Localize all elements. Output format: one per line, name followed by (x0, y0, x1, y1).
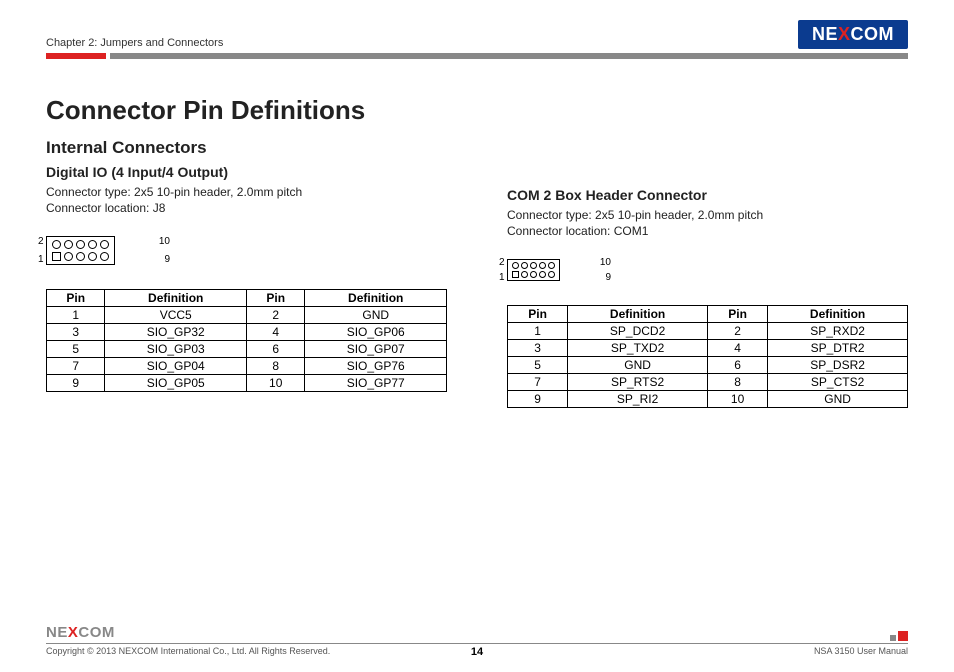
table-row: 9SIO_GP0510SIO_GP77 (47, 375, 447, 392)
left-pin-table: Pin Definition Pin Definition 1VCC52GND … (46, 289, 447, 392)
table-row: 9SP_RI210GND (508, 391, 908, 408)
pin-label-bl: 1 (499, 272, 505, 283)
pin-label-br: 9 (605, 272, 611, 283)
pin-label-tr: 10 (600, 257, 611, 268)
pin-label-tr: 10 (159, 236, 170, 247)
pin-icon (521, 271, 528, 278)
header-rule (46, 53, 908, 59)
right-meta: Connector type: 2x5 10-pin header, 2.0mm… (507, 207, 908, 239)
logo-pre: NE (812, 24, 838, 44)
pin-label-br: 9 (164, 254, 170, 265)
th-def: Definition (568, 306, 708, 323)
pin-icon (521, 262, 528, 269)
th-def: Definition (305, 290, 447, 307)
pin-icon (52, 240, 61, 249)
content-columns: Digital IO (4 Input/4 Output) Connector … (46, 164, 908, 408)
pin-row-bottom (512, 271, 555, 278)
chapter-label: Chapter 2: Jumpers and Connectors (46, 37, 223, 49)
right-conn-type: Connector type: 2x5 10-pin header, 2.0mm… (507, 207, 908, 223)
table-row: 5GND6SP_DSR2 (508, 357, 908, 374)
footer-logo-x: X (68, 624, 79, 641)
copyright-text: Copyright © 2013 NEXCOM International Co… (46, 646, 330, 656)
table-row: 3SP_TXD24SP_DTR2 (508, 340, 908, 357)
pin-icon (100, 252, 109, 261)
square-icon (898, 631, 908, 641)
left-column: Digital IO (4 Input/4 Output) Connector … (46, 164, 447, 408)
table-row: 7SP_RTS28SP_CTS2 (508, 374, 908, 391)
table-row: 1VCC52GND (47, 307, 447, 324)
right-column: COM 2 Box Header Connector Connector typ… (507, 164, 908, 408)
pin-label-tl: 2 (499, 257, 505, 268)
pin-icon (512, 262, 519, 269)
table-row: 3SIO_GP324SIO_GP06 (47, 324, 447, 341)
pin1-icon (52, 252, 61, 261)
pin-icon (64, 240, 73, 249)
th-pin: Pin (246, 290, 304, 307)
section-subtitle: Internal Connectors (46, 138, 908, 158)
left-conn-location: Connector location: J8 (46, 200, 447, 216)
table-row: 7SIO_GP048SIO_GP76 (47, 358, 447, 375)
manual-name: NSA 3150 User Manual (814, 646, 908, 656)
th-pin: Pin (708, 306, 768, 323)
right-connector-diagram: 2 10 1 9 (507, 259, 597, 281)
logo-post: COM (851, 24, 895, 44)
pin-label-bl: 1 (38, 254, 44, 265)
left-conn-type: Connector type: 2x5 10-pin header, 2.0mm… (46, 184, 447, 200)
pin-label-tl: 2 (38, 236, 44, 247)
pin-icon (530, 262, 537, 269)
page-number: 14 (471, 646, 483, 658)
header-rule-gray (110, 53, 908, 59)
pin-icon (76, 240, 85, 249)
logo-x: X (838, 24, 851, 44)
pin-icon (76, 252, 85, 261)
connector-body (46, 236, 115, 265)
th-pin: Pin (47, 290, 105, 307)
footer-squares-icon (890, 631, 908, 641)
th-def: Definition (768, 306, 908, 323)
brand-logo: NEXCOM (798, 20, 908, 49)
left-connector-diagram: 2 10 1 9 (46, 236, 156, 265)
footer-logo-pre: NE (46, 624, 68, 641)
page-header: Chapter 2: Jumpers and Connectors NEXCOM (46, 20, 908, 49)
table-row: 5SIO_GP036SIO_GP07 (47, 341, 447, 358)
table-header-row: Pin Definition Pin Definition (508, 306, 908, 323)
left-tbody: 1VCC52GND 3SIO_GP324SIO_GP06 5SIO_GP036S… (47, 307, 447, 392)
footer-bar: NEXCOM (46, 624, 908, 644)
table-header-row: Pin Definition Pin Definition (47, 290, 447, 307)
left-heading: Digital IO (4 Input/4 Output) (46, 164, 447, 180)
pin-row-top (512, 262, 555, 269)
pin-icon (64, 252, 73, 261)
pin-icon (548, 271, 555, 278)
th-def: Definition (105, 290, 247, 307)
square-icon (890, 635, 896, 641)
pin-row-bottom (52, 252, 109, 261)
connector-body (507, 259, 560, 281)
right-tbody: 1SP_DCD22SP_RXD2 3SP_TXD24SP_DTR2 5GND6S… (508, 323, 908, 408)
footer-logo: NEXCOM (46, 624, 115, 641)
pin-icon (88, 252, 97, 261)
header-rule-red (46, 53, 106, 59)
pin-icon (539, 262, 546, 269)
table-row: 1SP_DCD22SP_RXD2 (508, 323, 908, 340)
footer-logo-post: COM (78, 624, 115, 641)
pin-icon (100, 240, 109, 249)
right-pin-table: Pin Definition Pin Definition 1SP_DCD22S… (507, 305, 908, 408)
pin-icon (539, 271, 546, 278)
th-pin: Pin (508, 306, 568, 323)
pin1-icon (512, 271, 519, 278)
left-meta: Connector type: 2x5 10-pin header, 2.0mm… (46, 184, 447, 216)
page-title: Connector Pin Definitions (46, 95, 908, 126)
right-heading: COM 2 Box Header Connector (507, 187, 908, 203)
pin-icon (530, 271, 537, 278)
pin-icon (88, 240, 97, 249)
right-conn-location: Connector location: COM1 (507, 223, 908, 239)
pin-icon (548, 262, 555, 269)
pin-row-top (52, 240, 109, 249)
